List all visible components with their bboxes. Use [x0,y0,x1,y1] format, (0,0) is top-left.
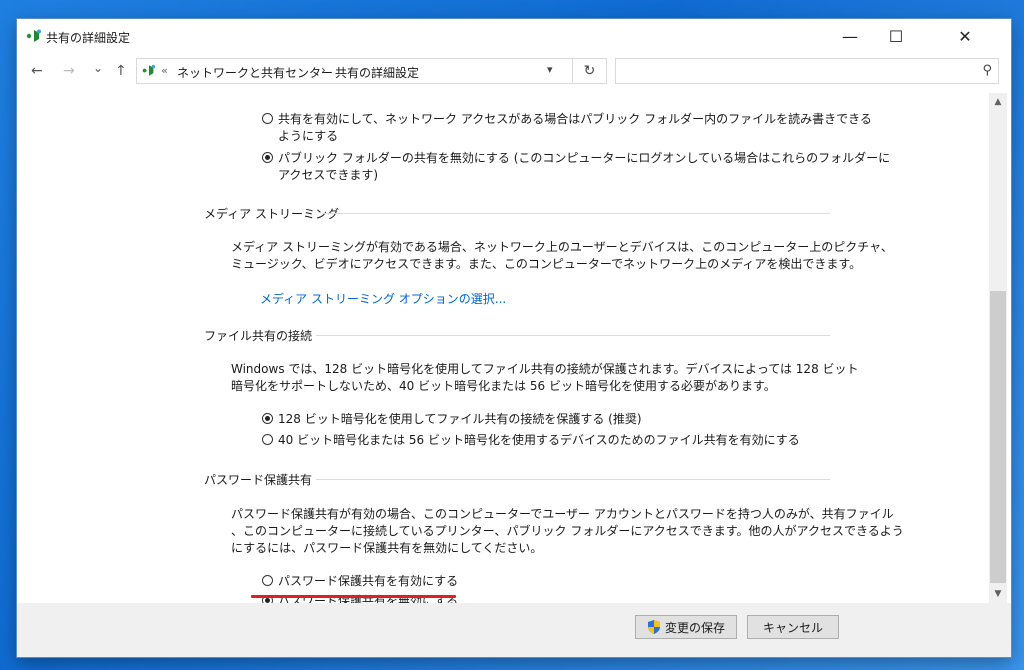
media-description-line2: ミュージック、ビデオにアクセスできます。また、このコンピューターでネットワーク上… [231,257,862,271]
public-share-disable-radio[interactable] [262,152,273,163]
refresh-button[interactable]: ↻ [573,58,607,84]
public-share-enable-label-line2: ようにする [278,129,339,143]
encryption-40-56-label: 40 ビット暗号化または 56 ビット暗号化を使用するデバイスのためのファイル共… [278,433,800,447]
breadcrumb-advanced-sharing[interactable]: 共有の詳細設定 [335,64,419,81]
scrollbar-thumb[interactable] [990,291,1006,583]
forward-button[interactable]: → [63,63,75,79]
window-title: 共有の詳細設定 [46,31,131,45]
password-sharing-heading: パスワード保護共有 [204,473,313,487]
address-bar[interactable]: « ネットワークと共有センター › 共有の詳細設定 ▾ [136,58,573,84]
scroll-down-arrow-icon[interactable]: ▼ [989,585,1007,603]
window: 共有の詳細設定 — ☐ ✕ ← → ⌄ ↑ « ネットワークと共有センター › … [17,19,1011,657]
public-share-disable-label-line2: アクセスできます) [278,168,379,182]
file-sharing-heading: ファイル共有の接続 [204,329,313,343]
back-arrow-icon: ← [31,63,43,79]
password-description-line1: パスワード保護共有が有効の場合、このコンピューターでユーザー アカウントとパスワ… [231,507,894,521]
minimize-icon: — [842,26,858,46]
breadcrumb-network-center[interactable]: ネットワークと共有センター [177,64,333,81]
media-streaming-heading: メディア ストリーミング [204,207,339,221]
vertical-scrollbar[interactable]: ▲ ▼ [989,93,1007,603]
public-share-disable-label-line1: パブリック フォルダーの共有を無効にする (このコンピューターにログオンしている… [278,151,891,165]
uac-shield-icon [647,620,660,634]
public-share-enable-radio[interactable] [262,113,273,124]
close-icon: ✕ [958,26,972,46]
footer-bar: 変更の保存 キャンセル [17,603,1011,657]
chevron-down-icon: ⌄ [93,61,104,75]
red-highlight-underline [251,595,456,598]
divider [322,213,830,214]
divider [316,479,830,480]
network-icon [26,29,41,42]
cancel-label: キャンセル [762,620,823,635]
recent-locations-button[interactable]: ⌄ [93,61,103,75]
encryption-40-56-radio[interactable] [262,434,273,445]
scroll-up-arrow-icon[interactable]: ▲ [989,93,1007,111]
search-input[interactable]: ⚲ [615,58,999,84]
save-changes-button[interactable]: 変更の保存 [635,615,737,639]
file-sharing-description-line1: Windows では、128 ビット暗号化を使用してファイル共有の接続が保護され… [231,362,859,376]
maximize-icon: ☐ [888,26,904,46]
password-description-line2: 、このコンピューターに接続しているプリンター、パブリック フォルダーにアクセスで… [231,524,904,538]
up-button[interactable]: ↑ [115,63,127,79]
encryption-128-label: 128 ビット暗号化を使用してファイル共有の接続を保護する (推奨) [278,412,642,426]
forward-arrow-icon: → [63,63,75,79]
cancel-button[interactable]: キャンセル [747,615,839,639]
password-sharing-enable-radio[interactable] [262,575,273,586]
password-sharing-enable-label: パスワード保護共有を有効にする [278,574,459,588]
close-button[interactable]: ✕ [919,19,1011,53]
refresh-icon: ↻ [583,63,596,79]
minimize-button[interactable]: — [827,19,873,53]
breadcrumb-overflow-icon[interactable]: « [161,64,168,77]
settings-content: 共有を有効にして、ネットワーク アクセスがある場合はパブリック フォルダー内のフ… [17,93,989,603]
media-streaming-options-link[interactable]: メディア ストリーミング オプションの選択... [260,290,506,307]
divider [316,335,830,336]
password-description-line3: にするには、パスワード保護共有を無効にしてください。 [231,541,543,555]
encryption-128-radio[interactable] [262,413,273,424]
up-arrow-icon: ↑ [115,63,127,79]
network-icon [142,64,156,76]
back-button[interactable]: ← [31,63,43,79]
media-description-line1: メディア ストリーミングが有効である場合、ネットワーク上のユーザーとデバイスは、… [231,240,893,254]
navigation-bar: ← → ⌄ ↑ « ネットワークと共有センター › 共有の詳細設定 ▾ ↻ ⚲ [17,53,1011,91]
breadcrumb-separator-icon[interactable]: › [321,63,326,77]
file-sharing-description-line2: 暗号化をサポートしないため、40 ビット暗号化または 56 ビット暗号化を使用す… [231,379,776,393]
save-changes-label: 変更の保存 [664,620,725,635]
search-icon: ⚲ [982,63,992,78]
address-dropdown-icon[interactable]: ▾ [547,63,553,76]
title-bar: 共有の詳細設定 — ☐ ✕ [17,19,1011,53]
public-share-enable-label-line1: 共有を有効にして、ネットワーク アクセスがある場合はパブリック フォルダー内のフ… [278,112,872,126]
maximize-button[interactable]: ☐ [873,19,919,53]
